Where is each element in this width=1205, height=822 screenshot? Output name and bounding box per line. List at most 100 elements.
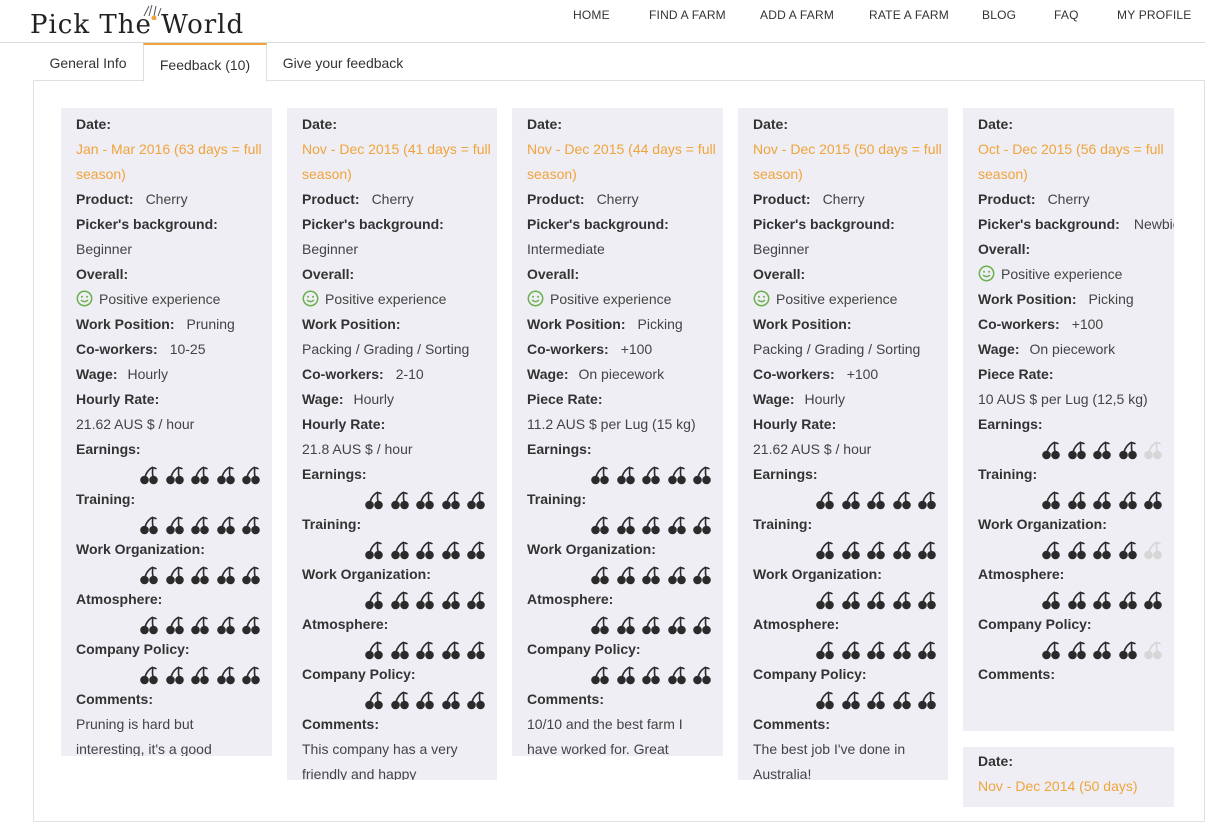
cherry-icon (862, 537, 888, 562)
cherry-icon (436, 687, 462, 712)
overall-label: Overall: (978, 241, 1031, 257)
comments-value: 10/10 and the best farm I have worked fo… (527, 716, 683, 756)
cherry-icon (1088, 487, 1114, 512)
nav-link-find-a-farm[interactable]: FIND A FARM (649, 8, 726, 22)
coworkers-label: Co-workers: (302, 366, 384, 382)
wage-value: Hourly (127, 366, 168, 382)
cherry-icon (1113, 537, 1139, 562)
tab-general-info[interactable]: General Info (33, 43, 143, 79)
nav-link-my-profile[interactable]: MY PROFILE (1117, 8, 1191, 22)
nav-link-blog[interactable]: BLOG (982, 8, 1016, 22)
cherry-icon (1113, 437, 1139, 462)
policy-label: Company Policy: (527, 641, 641, 657)
main-nav: HOME FIND A FARM ADD A FARM RATE A FARM BLOG… (0, 8, 1205, 28)
coworkers-value: +100 (620, 341, 653, 357)
product-value: Cherry (822, 191, 865, 207)
tab-feedback[interactable]: Feedback (10) (143, 43, 267, 82)
rate-value: 10 AUS $ per Lug (12,5 kg) (978, 391, 1148, 407)
product-value: Cherry (1047, 191, 1090, 207)
cherry-icon (1139, 437, 1165, 462)
cherry-icon (462, 687, 488, 712)
cherry-icon (385, 487, 411, 512)
cherry-icon (1037, 637, 1063, 662)
organization-label: Work Organization: (302, 566, 431, 582)
cherry-icon (360, 537, 386, 562)
cherry-icon (186, 662, 212, 687)
wage-value: Hourly (353, 391, 394, 407)
cherry-icon (360, 687, 386, 712)
atmosphere-rating (527, 612, 723, 637)
cherry-icon (637, 662, 663, 687)
cherry-icon (836, 687, 862, 712)
cherry-icon (637, 562, 663, 587)
earnings-label: Earnings: (753, 466, 818, 482)
training-label: Training: (527, 491, 587, 507)
feedback-card: Date: Jan - Mar 2016 (63 days = full seas… (61, 108, 272, 756)
training-rating (302, 537, 497, 562)
cherry-icon (1062, 487, 1088, 512)
training-rating (527, 512, 723, 537)
position-label: Work Position: (527, 316, 626, 332)
cherry-icon (662, 612, 688, 637)
cherry-icon (360, 587, 386, 612)
nav-link-add-a-farm[interactable]: ADD A FARM (760, 8, 834, 22)
background-label: Picker's background: (302, 216, 444, 232)
atmosphere-label: Atmosphere: (753, 616, 840, 632)
cherry-icon (462, 537, 488, 562)
rate-label: Hourly Rate: (753, 416, 837, 432)
nav-link-faq[interactable]: FAQ (1054, 8, 1079, 22)
date-label: Date: (978, 753, 1014, 769)
cherry-icon (887, 687, 913, 712)
cherry-icon (1139, 637, 1165, 662)
cherry-icon (160, 662, 186, 687)
rate-value: 11.2 AUS $ per Lug (15 kg) (527, 416, 696, 432)
cherry-icon (385, 537, 411, 562)
cherry-icon (135, 462, 161, 487)
background-label: Picker's background: (978, 216, 1120, 232)
date-label: Date: (76, 116, 112, 132)
coworkers-label: Co-workers: (978, 316, 1060, 332)
nav-link-rate-a-farm[interactable]: RATE A FARM (869, 8, 949, 22)
organization-label: Work Organization: (76, 541, 205, 557)
comments-value: Pruning is hard but interesting, it's a … (76, 716, 212, 756)
comments-label: Comments: (76, 691, 154, 707)
training-rating (753, 537, 948, 562)
cherry-icon (862, 687, 888, 712)
date-value: Jan - Mar 2016 (63 days = full season) (76, 141, 262, 182)
date-label: Date: (527, 116, 563, 132)
cherry-icon (411, 637, 437, 662)
cherry-icon (237, 462, 263, 487)
tab-give-feedback[interactable]: Give your feedback (273, 43, 413, 79)
cherry-icon (611, 512, 637, 537)
policy-rating (302, 687, 497, 712)
cherry-icon (586, 612, 612, 637)
date-label: Date: (753, 116, 789, 132)
date-value: Nov - Dec 2015 (44 days = full season) (527, 141, 716, 182)
coworkers-label: Co-workers: (527, 341, 609, 357)
organization-rating (978, 537, 1174, 562)
overall-value: Positive experience (753, 287, 948, 312)
wage-value: On piecework (578, 366, 665, 382)
atmosphere-label: Atmosphere: (527, 591, 614, 607)
cherry-icon (913, 537, 939, 562)
product-value: Cherry (371, 191, 414, 207)
date-value: Oct - Dec 2015 (56 days = full season) (978, 141, 1164, 182)
cherry-icon (836, 637, 862, 662)
training-label: Training: (302, 516, 362, 532)
nav-link-home[interactable]: HOME (573, 8, 610, 22)
cherry-icon (611, 462, 637, 487)
feedback-card: Date: Oct - Dec 2015 (56 days = full seas… (963, 108, 1174, 731)
smiley-icon (753, 290, 776, 307)
position-value: Picking (1088, 291, 1134, 307)
cherry-icon (662, 462, 688, 487)
cherry-icon (662, 662, 688, 687)
cherry-icon (1037, 487, 1063, 512)
position-value: Picking (637, 316, 683, 332)
cherry-icon (1062, 437, 1088, 462)
feedback-card: Date: Nov - Dec 2015 (44 days = full seas… (512, 108, 723, 756)
date-label: Date: (302, 116, 338, 132)
background-value: Beginner (76, 241, 133, 257)
cherry-icon (1088, 537, 1114, 562)
cherry-icon (462, 637, 488, 662)
earnings-rating (978, 437, 1174, 462)
